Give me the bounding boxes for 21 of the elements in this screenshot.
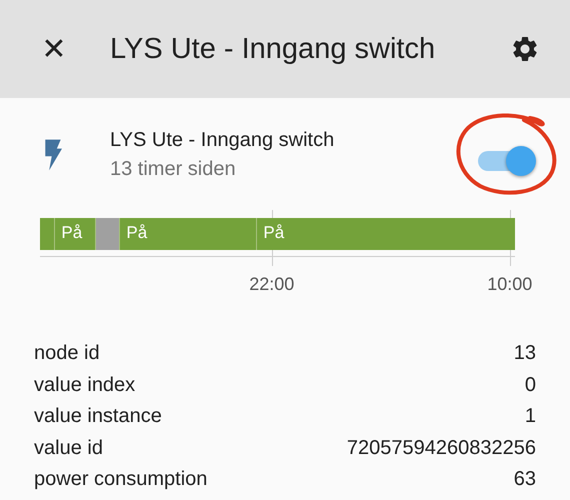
timeline-segment: På bbox=[257, 218, 516, 250]
axis-label: 22:00 bbox=[249, 274, 294, 295]
attribute-value: 72057594260832256 bbox=[346, 436, 536, 460]
timeline-segment: På bbox=[120, 218, 256, 250]
toggle-switch[interactable] bbox=[478, 145, 538, 175]
entity-name: LYS Ute - Inngang switch bbox=[110, 129, 336, 152]
timeline-segment: På bbox=[55, 218, 95, 250]
attribute-name: power consumption bbox=[34, 468, 208, 492]
close-button[interactable]: ✕ bbox=[34, 32, 74, 66]
dialog-title: LYS Ute - Inngang switch bbox=[110, 32, 436, 66]
attribute-name: value index bbox=[34, 374, 136, 397]
attribute-value: 0 bbox=[524, 374, 536, 397]
attribute-name: value id bbox=[34, 436, 103, 460]
axis-label: 10:00 bbox=[487, 274, 532, 295]
attribute-name: value instance bbox=[34, 405, 162, 428]
attribute-value: 63 bbox=[514, 468, 536, 492]
last-changed: 13 timer siden bbox=[110, 158, 237, 181]
attribute-name: node id bbox=[34, 342, 100, 366]
attribute-value: 1 bbox=[524, 405, 536, 428]
attribute-value: 13 bbox=[514, 342, 536, 366]
lightning-icon bbox=[44, 138, 62, 172]
